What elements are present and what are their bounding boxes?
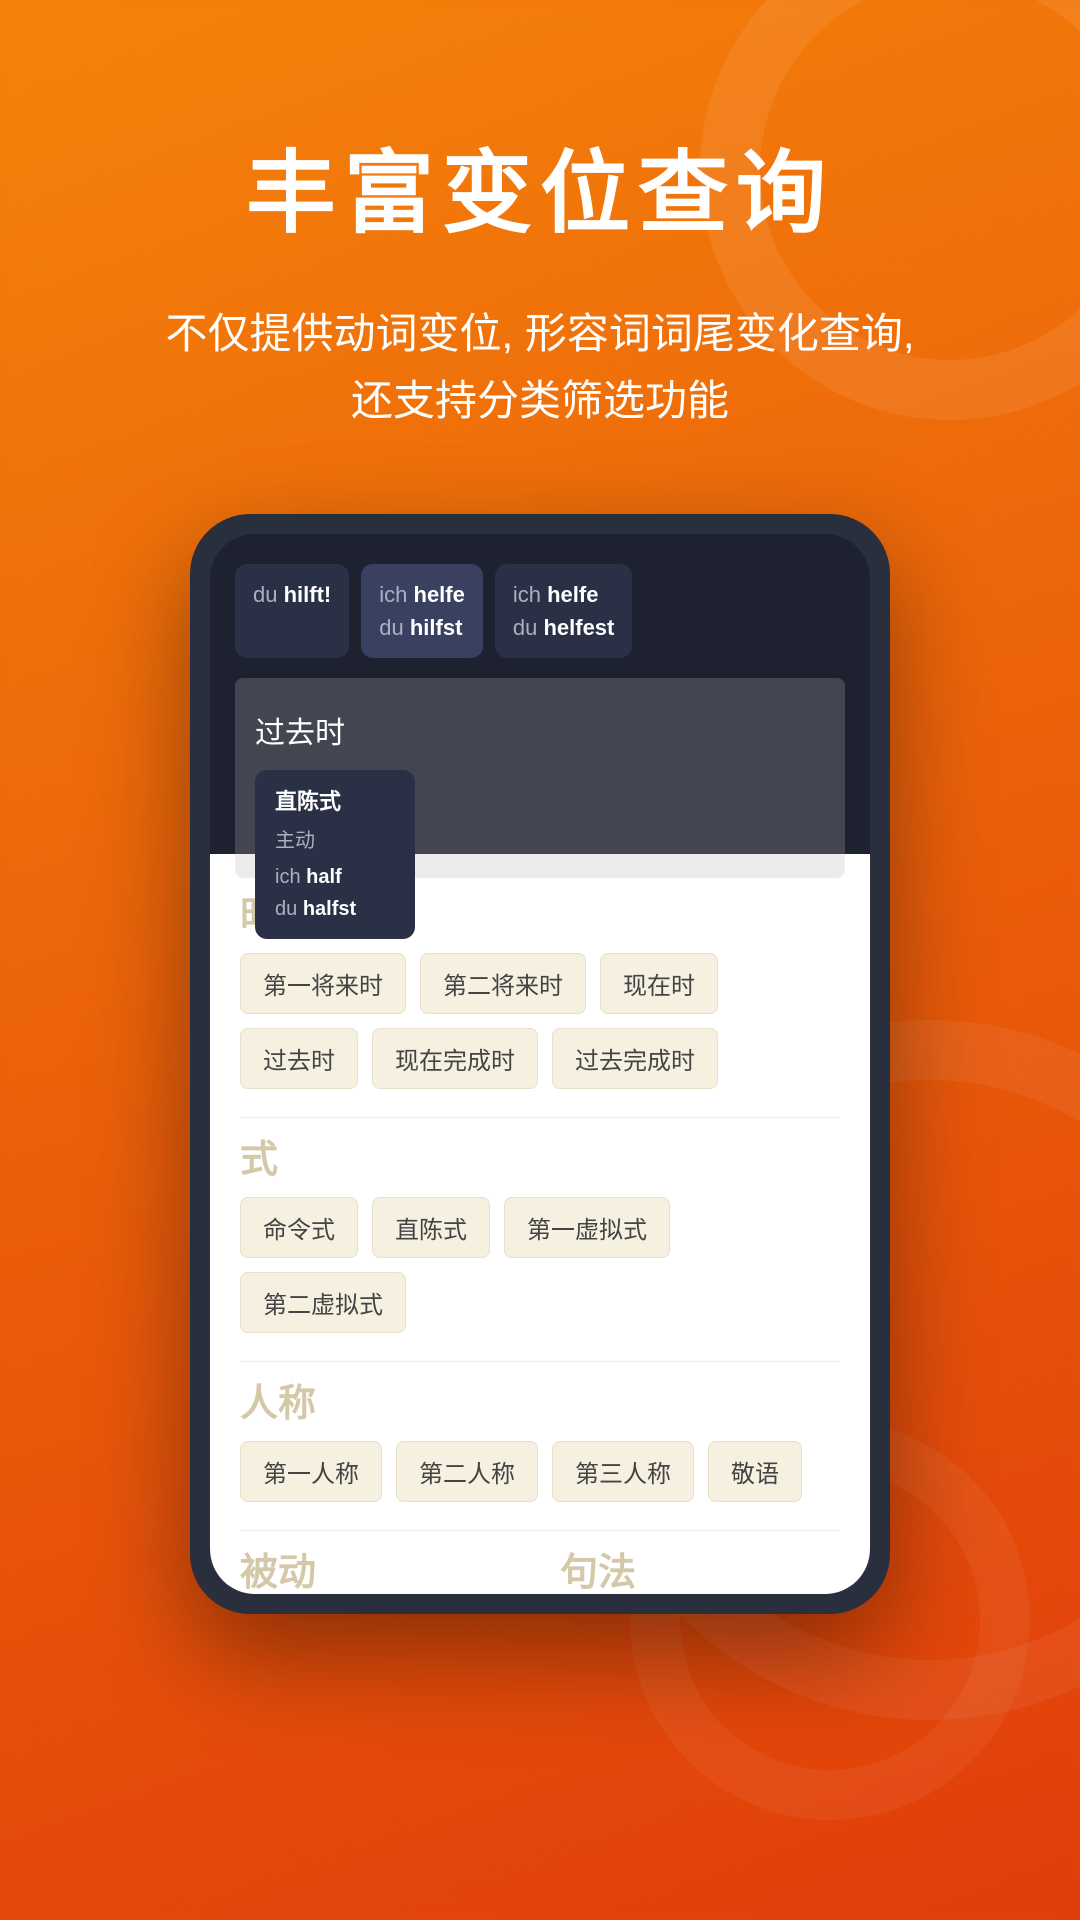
mood-title: 直陈式	[275, 784, 395, 816]
main-title: 丰富变位查询	[246, 120, 834, 250]
tag-subj1[interactable]: 第一虚拟式	[504, 1197, 670, 1258]
card2-pronoun2: du	[379, 615, 410, 640]
tag-pluperfect[interactable]: 过去完成时	[552, 1028, 718, 1089]
filter-group-mood: 式 命令式 直陈式 第一虚拟式 第二虚拟式	[240, 1128, 840, 1333]
card3-pronoun1: ich	[513, 582, 547, 607]
mood-block: 直陈式 主动 ich half du halfst	[255, 770, 415, 939]
tag-future2[interactable]: 第二将来时	[420, 953, 586, 1014]
card2-verb2: hilfst	[410, 615, 463, 640]
filter-row-voice: 被动 主动 被动 句法	[240, 1541, 840, 1594]
mood-verb: ich half du halfst	[275, 861, 395, 925]
divider-3	[240, 1530, 840, 1531]
tag-present[interactable]: 现在时	[600, 953, 718, 1014]
card1-verb: hilft!	[284, 582, 332, 607]
tag-honorific[interactable]: 敬语	[708, 1441, 802, 1502]
tag-second-person[interactable]: 第二人称	[396, 1441, 538, 1502]
card3-verb2: helfest	[543, 615, 614, 640]
filter-tags-person: 第一人称 第二人称 第三人称 敬语	[240, 1441, 840, 1502]
tag-first-person[interactable]: 第一人称	[240, 1441, 382, 1502]
subtitle-line2: 还支持分类筛选功能	[351, 377, 729, 424]
filter-group-person: 人称 第一人称 第二人称 第三人称 敬语	[240, 1372, 840, 1502]
phone-mockup: du hilft! ich helfe du hilfst ich helfe …	[190, 514, 890, 1614]
mood-section: 直陈式 主动 ich half du halfst	[255, 770, 825, 939]
filter-label-mood: 式	[240, 1128, 840, 1183]
phone-top-section: du hilft! ich helfe du hilfst ich helfe …	[210, 534, 870, 854]
filter-label-person: 人称	[240, 1372, 840, 1427]
filter-tags-tense: 第一将来时 第二将来时 现在时 过去时 现在完成时 过去完成时	[240, 953, 840, 1089]
subtitle: 不仅提供动词变位, 形容词词尾变化查询, 还支持分类筛选功能	[105, 300, 974, 434]
tag-imperative[interactable]: 命令式	[240, 1197, 358, 1258]
mood-pronoun2: du	[275, 898, 297, 920]
filter-group-voice: 被动 主动 被动	[240, 1541, 520, 1594]
card3-pronoun2: du	[513, 615, 544, 640]
divider-1	[240, 1117, 840, 1118]
filter-label-syntax: 句法	[560, 1541, 840, 1594]
tag-perfect[interactable]: 现在完成时	[372, 1028, 538, 1089]
conjugation-cards: du hilft! ich helfe du hilfst ich helfe …	[235, 564, 845, 658]
card1-pronoun: du	[253, 582, 284, 607]
tense-label: 过去时	[255, 708, 825, 752]
tag-indicative[interactable]: 直陈式	[372, 1197, 490, 1258]
filter-tags-mood: 命令式 直陈式 第一虚拟式 第二虚拟式	[240, 1197, 840, 1333]
card2-pronoun1: ich	[379, 582, 413, 607]
mood-verb1: half	[306, 866, 342, 888]
mood-subtitle: 主动	[275, 824, 395, 853]
divider-2	[240, 1361, 840, 1362]
card3-verb1: helfe	[547, 582, 598, 607]
tag-future1[interactable]: 第一将来时	[240, 953, 406, 1014]
subtitle-line1: 不仅提供动词变位, 形容词词尾变化查询,	[165, 310, 914, 357]
tag-subj2[interactable]: 第二虚拟式	[240, 1272, 406, 1333]
tag-past[interactable]: 过去时	[240, 1028, 358, 1089]
tag-third-person[interactable]: 第三人称	[552, 1441, 694, 1502]
mood-pronoun1: ich	[275, 866, 301, 888]
conj-card-1[interactable]: du hilft!	[235, 564, 349, 658]
phone-bottom-section: 时态 第一将来时 第二将来时 现在时 过去时 现在完成时 过去完成时 式	[210, 854, 870, 1594]
conj-card-2[interactable]: ich helfe du hilfst	[361, 564, 483, 658]
phone-inner: du hilft! ich helfe du hilfst ich helfe …	[210, 534, 870, 1594]
conj-card-3[interactable]: ich helfe du helfest	[495, 564, 633, 658]
filter-group-syntax: 句法	[560, 1541, 840, 1594]
filter-label-voice: 被动	[240, 1541, 520, 1594]
card2-verb1: helfe	[414, 582, 465, 607]
mood-verb2: halfst	[303, 898, 356, 920]
